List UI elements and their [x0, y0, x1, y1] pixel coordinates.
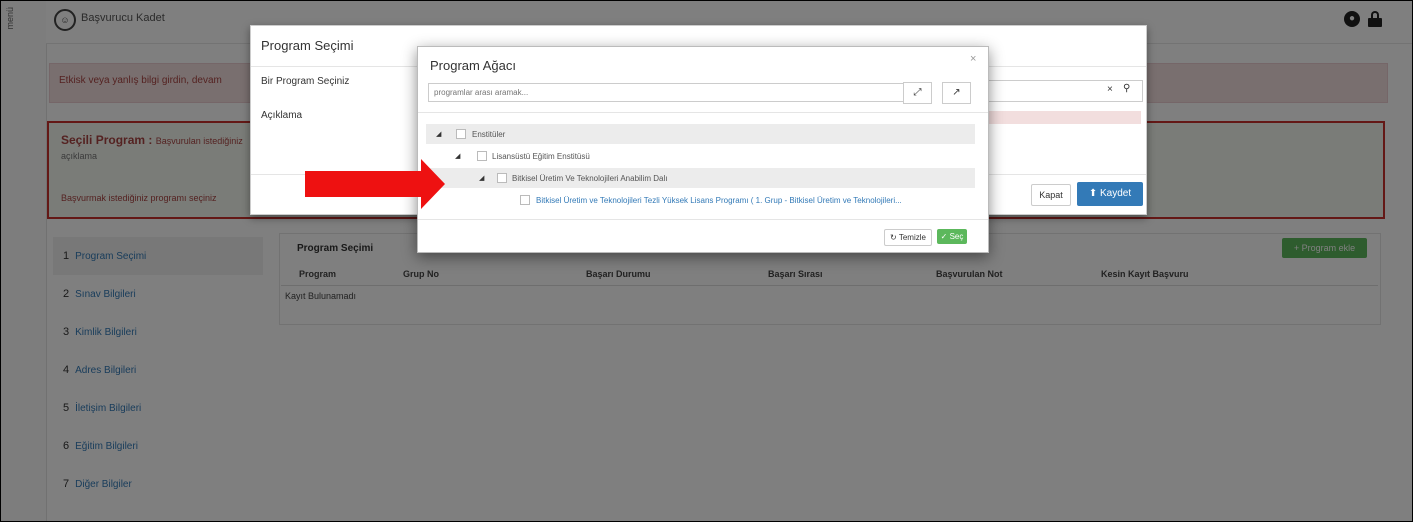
- validation-error-bar: [988, 111, 1141, 124]
- node-checkbox[interactable]: [520, 195, 530, 205]
- program-field-label: Bir Program Seçiniz: [261, 76, 350, 87]
- refresh-icon: ↻: [890, 233, 897, 242]
- node-checkbox[interactable]: [477, 151, 487, 161]
- upload-icon: ⬆: [1088, 188, 1098, 199]
- collapse-all-icon[interactable]: ↗: [942, 82, 971, 104]
- node-checkbox[interactable]: [497, 173, 507, 183]
- program-select-input[interactable]: [988, 80, 1143, 102]
- clear-icon[interactable]: ×: [1107, 84, 1113, 95]
- program-tree-modal: Program Ağacı × ⤢ ↗ ◢ Enstitüler ◢ Lisan…: [417, 46, 989, 253]
- caret-down-icon[interactable]: ◢: [436, 130, 441, 138]
- check-icon: ✓: [940, 232, 948, 241]
- tree-node-department[interactable]: ◢ Bitkisel Üretim Ve Teknolojileri Anabi…: [426, 168, 975, 188]
- save-button[interactable]: ⬆ Kaydet: [1077, 182, 1143, 206]
- search-icon[interactable]: ⚲: [1123, 83, 1130, 94]
- tree-node-label: Enstitüler: [472, 130, 506, 139]
- close-icon[interactable]: ×: [970, 53, 976, 65]
- tree-node-label: Bitkisel Üretim Ve Teknolojileri Anabili…: [512, 174, 668, 183]
- caret-down-icon[interactable]: ◢: [479, 174, 484, 182]
- node-checkbox[interactable]: [456, 129, 466, 139]
- tree-node-graduate-institute[interactable]: ◢ Lisansüstü Eğitim Enstitüsü: [426, 146, 975, 166]
- description-field-label: Açıklama: [261, 110, 303, 121]
- reset-button[interactable]: ↻ Temizle: [884, 229, 932, 246]
- divider: [418, 219, 988, 220]
- tree-search-field[interactable]: [428, 83, 911, 102]
- app-window: menü ☺ Başvurucu Kadet ● Etkisk veya yan…: [0, 0, 1413, 522]
- red-arrow-icon: [421, 159, 445, 209]
- expand-all-icon[interactable]: ⤢: [903, 82, 932, 104]
- red-arrow-shaft: [305, 171, 425, 197]
- caret-down-icon[interactable]: ◢: [455, 152, 460, 160]
- tree-node-label[interactable]: Bitkisel Üretim ve Teknolojileri Tezli Y…: [536, 196, 902, 205]
- modal-title: Program Seçimi: [261, 38, 354, 53]
- select-button[interactable]: ✓ Seç: [937, 229, 967, 244]
- tree-node-label: Lisansüstü Eğitim Enstitüsü: [492, 152, 590, 161]
- divider: [418, 112, 988, 113]
- close-button[interactable]: Kapat: [1031, 184, 1071, 206]
- tree-modal-title: Program Ağacı: [430, 58, 516, 73]
- tree-search-input[interactable]: [429, 84, 910, 101]
- tree-node-program[interactable]: Bitkisel Üretim ve Teknolojileri Tezli Y…: [426, 190, 975, 210]
- tree-node-institutes[interactable]: ◢ Enstitüler: [426, 124, 975, 144]
